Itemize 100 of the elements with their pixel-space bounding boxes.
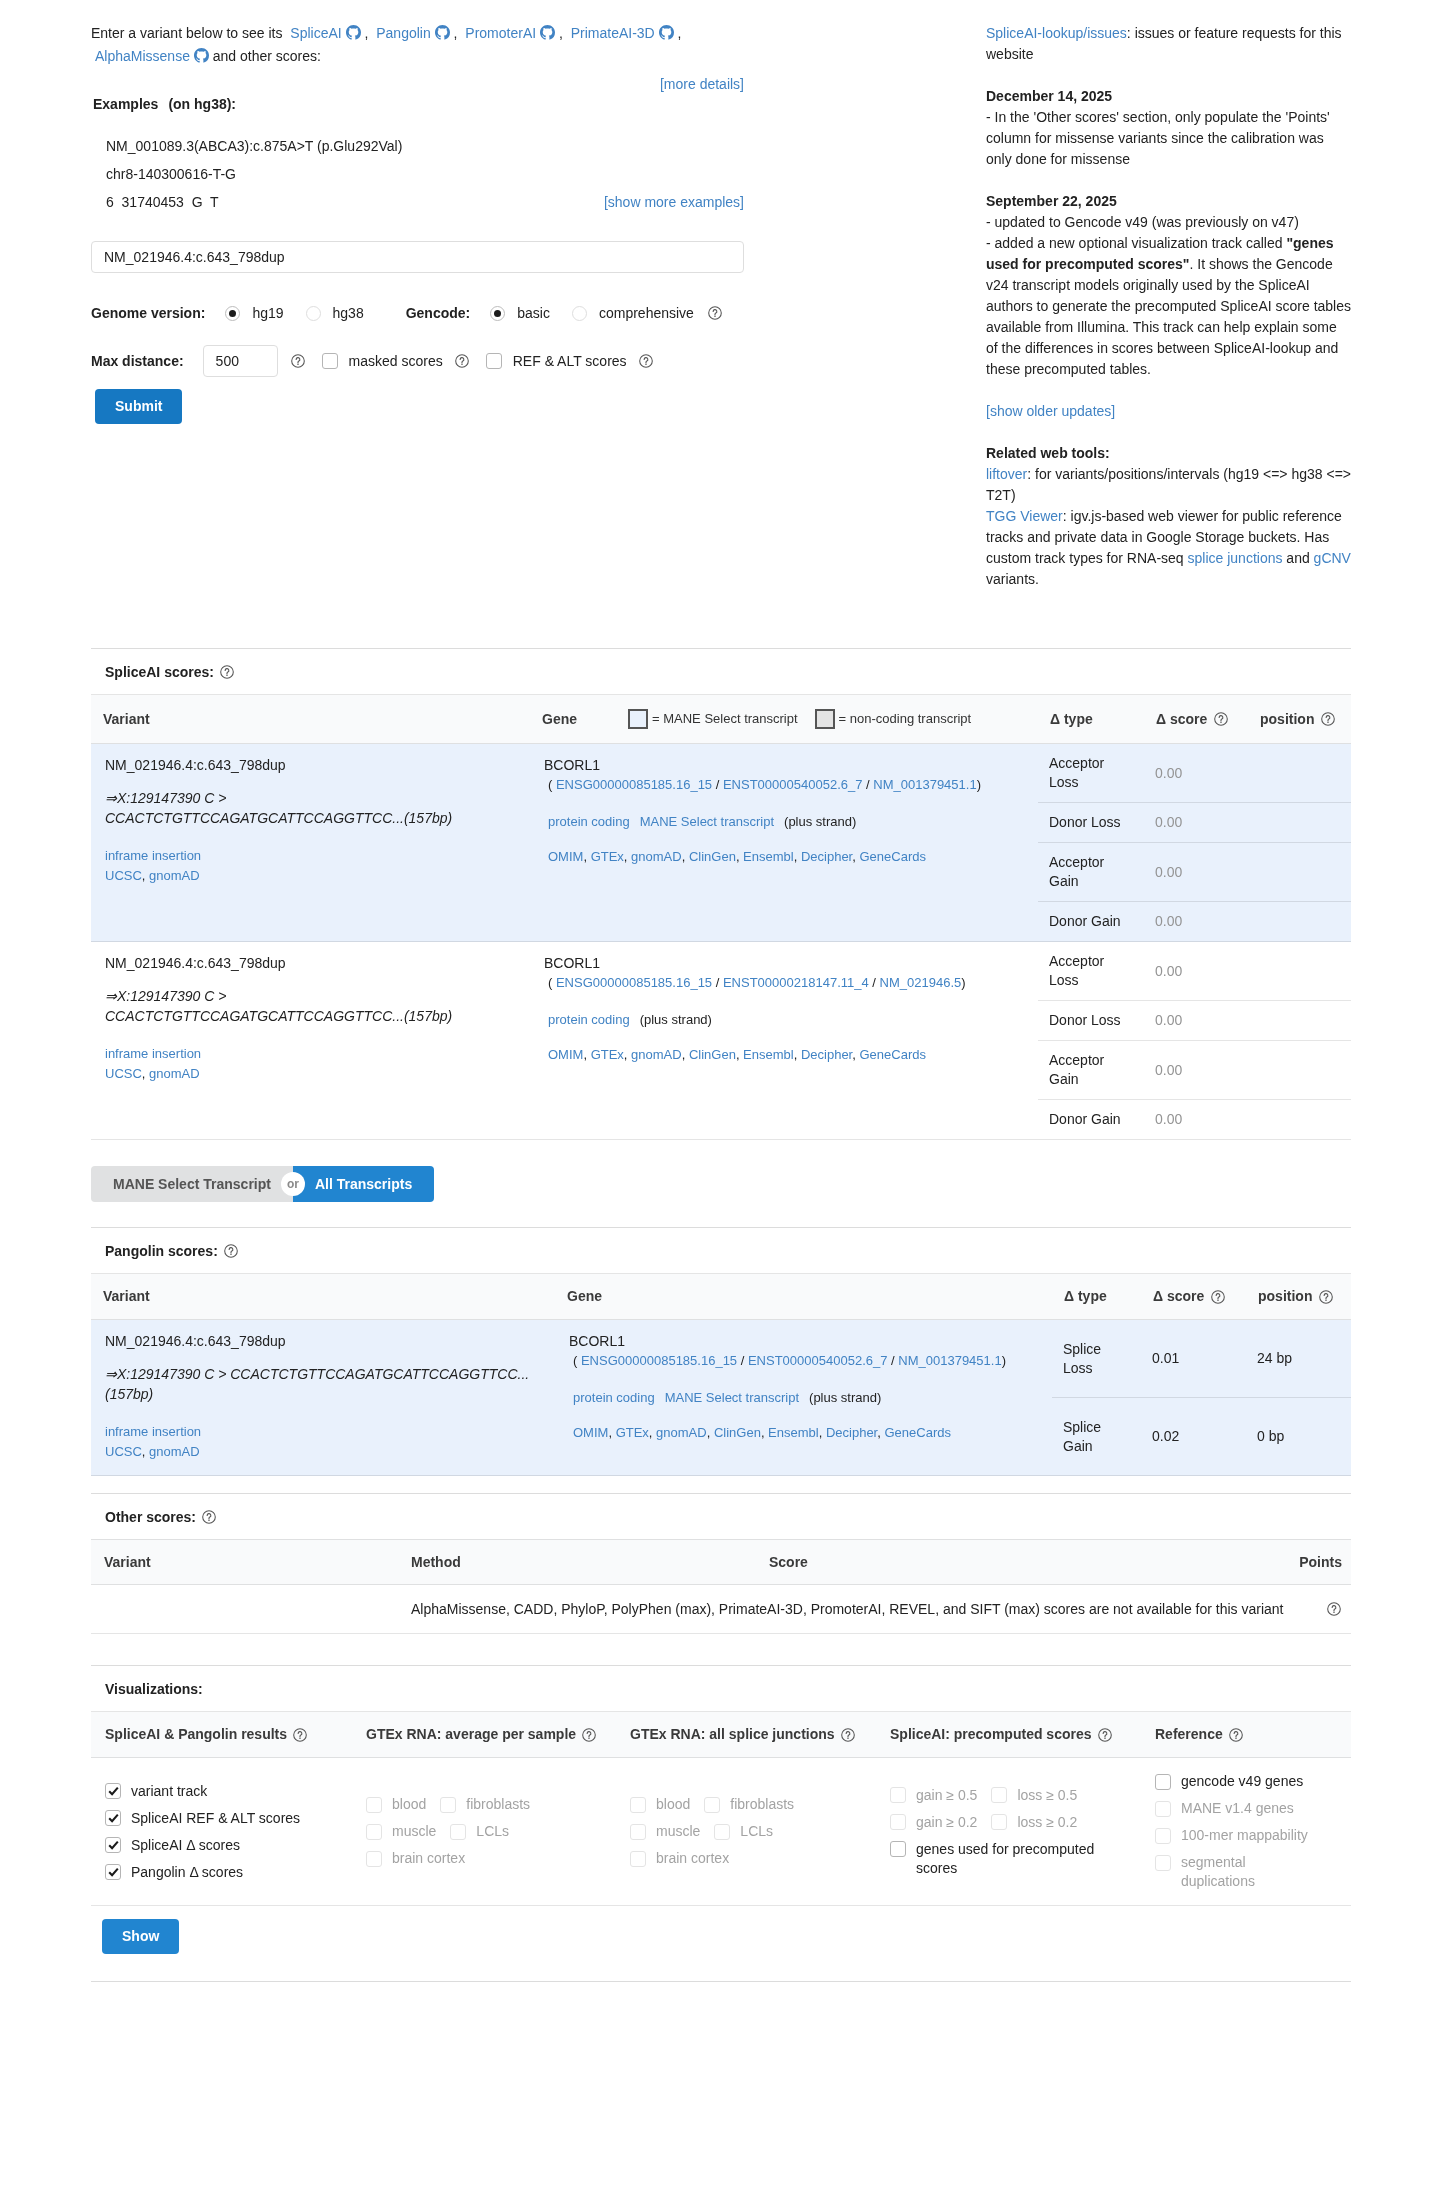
gene-resource-link[interactable]: Ensembl bbox=[768, 1425, 819, 1440]
transcript-tag-link[interactable]: protein coding bbox=[548, 1010, 630, 1029]
checkbox-label[interactable]: SpliceAI REF & ALT scores bbox=[131, 1808, 301, 1828]
help-icon[interactable] bbox=[1319, 1289, 1334, 1304]
gene-resource-link[interactable]: GTEx bbox=[590, 1047, 624, 1062]
help-icon[interactable] bbox=[202, 1510, 217, 1524]
issues-link[interactable]: SpliceAI-lookup/issues bbox=[986, 25, 1127, 41]
tool-link[interactable]: SpliceAI bbox=[290, 25, 361, 41]
help-icon[interactable] bbox=[1228, 1727, 1243, 1742]
radio-button[interactable] bbox=[490, 305, 506, 321]
checkbox[interactable] bbox=[105, 1864, 121, 1880]
checkbox-label[interactable]: Pangolin Δ scores bbox=[131, 1862, 244, 1882]
example-variant[interactable]: chr8-140300616-T-G bbox=[106, 164, 236, 184]
help-icon[interactable] bbox=[223, 1244, 238, 1258]
gene-resource-link[interactable]: GeneCards bbox=[884, 1425, 951, 1440]
tool-link[interactable]: PromoterAI bbox=[465, 25, 555, 41]
gene-resource-link[interactable]: Ensembl bbox=[743, 1047, 794, 1062]
max-distance-input[interactable]: 500 bbox=[202, 345, 278, 377]
transcript-tag-link[interactable]: MANE Select transcript bbox=[639, 812, 775, 831]
help-icon[interactable] bbox=[1214, 712, 1229, 726]
tool-link[interactable]: PrimateAI-3D bbox=[570, 25, 674, 41]
checkbox[interactable] bbox=[105, 1837, 121, 1853]
consequence-link[interactable]: inframe insertion bbox=[105, 1424, 202, 1439]
radio-label[interactable]: basic bbox=[517, 302, 550, 324]
consequence-link[interactable]: inframe insertion bbox=[105, 848, 202, 863]
radio-label[interactable]: hg19 bbox=[252, 302, 284, 324]
radio-label[interactable]: hg38 bbox=[332, 302, 364, 324]
example-variant[interactable]: NM_001089.3(ABCA3):c.875A>T (p.Glu292Val) bbox=[106, 136, 403, 156]
consequence-link[interactable]: inframe insertion bbox=[105, 1046, 202, 1061]
checkbox[interactable] bbox=[890, 1841, 906, 1857]
gene-resource-link[interactable]: Decipher bbox=[800, 1047, 853, 1062]
checkbox-label[interactable]: gencode v49 genes bbox=[1181, 1772, 1304, 1791]
transcript-id-link[interactable]: ENSG00000085185.16_15 bbox=[555, 975, 713, 990]
help-icon[interactable] bbox=[707, 306, 722, 320]
help-icon[interactable] bbox=[638, 354, 653, 368]
gene-resource-link[interactable]: GeneCards bbox=[859, 849, 926, 864]
tool-link[interactable]: TGG Viewer bbox=[986, 508, 1063, 524]
show-older-updates-link[interactable]: [show older updates] bbox=[986, 403, 1116, 419]
checkbox-label[interactable]: REF & ALT scores bbox=[512, 350, 627, 372]
gene-resource-link[interactable]: GTEx bbox=[590, 849, 624, 864]
transcript-id-link[interactable]: NM_021946.5 bbox=[879, 975, 962, 990]
tool-link[interactable]: Pangolin bbox=[376, 25, 450, 41]
checkbox-label[interactable]: variant track bbox=[131, 1781, 208, 1801]
checkbox[interactable] bbox=[321, 353, 338, 369]
more-details-link[interactable]: [more details] bbox=[659, 74, 744, 94]
radio-button[interactable] bbox=[225, 305, 241, 321]
help-icon[interactable] bbox=[1097, 1727, 1112, 1742]
transcript-id-link[interactable]: ENSG00000085185.16_15 bbox=[580, 1353, 738, 1368]
tool-link[interactable]: gCNV bbox=[1313, 550, 1351, 566]
checkbox[interactable] bbox=[485, 353, 502, 369]
checkbox[interactable] bbox=[105, 1783, 121, 1799]
submit-button[interactable]: Submit bbox=[95, 389, 183, 424]
external-link[interactable]: gnomAD bbox=[149, 868, 200, 883]
gene-resource-link[interactable]: GeneCards bbox=[859, 1047, 926, 1062]
gene-resource-link[interactable]: gnomAD bbox=[631, 849, 682, 864]
help-icon[interactable] bbox=[1211, 1289, 1226, 1304]
transcript-id-link[interactable]: ENST00000540052.6_7 bbox=[747, 1353, 888, 1368]
transcript-tag-link[interactable]: protein coding bbox=[573, 1388, 655, 1407]
gene-resource-link[interactable]: ClinGen bbox=[713, 1425, 761, 1440]
help-icon[interactable] bbox=[840, 1727, 855, 1742]
external-link[interactable]: gnomAD bbox=[149, 1066, 200, 1081]
help-icon[interactable] bbox=[219, 665, 234, 679]
radio-button[interactable] bbox=[305, 305, 321, 321]
gene-resource-link[interactable]: Ensembl bbox=[743, 849, 794, 864]
gene-resource-link[interactable]: Decipher bbox=[825, 1425, 878, 1440]
gene-resource-link[interactable]: Decipher bbox=[800, 849, 853, 864]
help-icon[interactable] bbox=[582, 1727, 597, 1742]
help-icon[interactable] bbox=[1321, 712, 1336, 726]
help-icon[interactable] bbox=[454, 354, 469, 368]
tool-link[interactable]: AlphaMissense bbox=[95, 48, 209, 64]
variant-input[interactable]: NM_021946.4:c.643_798dup bbox=[91, 241, 744, 273]
transcript-id-link[interactable]: ENST00000540052.6_7 bbox=[722, 777, 863, 792]
radio-label[interactable]: comprehensive bbox=[598, 302, 694, 324]
gene-resource-link[interactable]: gnomAD bbox=[656, 1425, 707, 1440]
help-icon[interactable] bbox=[290, 354, 305, 368]
transcript-id-link[interactable]: NM_001379451.1 bbox=[873, 777, 977, 792]
transcript-id-link[interactable]: ENST00000218147.11_4 bbox=[722, 975, 869, 990]
checkbox[interactable] bbox=[1155, 1773, 1171, 1790]
checkbox[interactable] bbox=[105, 1810, 121, 1826]
radio-button[interactable] bbox=[571, 305, 587, 321]
checkbox-label[interactable]: genes used for precomputed scores bbox=[916, 1839, 1111, 1878]
transcript-tag-link[interactable]: MANE Select transcript bbox=[664, 1388, 800, 1407]
show-button[interactable]: Show bbox=[102, 1919, 180, 1954]
external-link[interactable]: UCSC bbox=[105, 1066, 142, 1081]
transcript-tag-link[interactable]: protein coding bbox=[548, 812, 630, 831]
gene-resource-link[interactable]: GTEx bbox=[615, 1425, 649, 1440]
external-link[interactable]: UCSC bbox=[105, 1444, 142, 1459]
checkbox-label[interactable]: masked scores bbox=[348, 350, 443, 372]
external-link[interactable]: gnomAD bbox=[149, 1444, 200, 1459]
gene-resource-link[interactable]: ClinGen bbox=[688, 1047, 736, 1062]
gene-resource-link[interactable]: gnomAD bbox=[631, 1047, 682, 1062]
checkbox-label[interactable]: SpliceAI Δ scores bbox=[131, 1835, 240, 1855]
external-link[interactable]: UCSC bbox=[105, 868, 142, 883]
help-icon[interactable] bbox=[1327, 1602, 1341, 1616]
tool-link[interactable]: splice junctions bbox=[1187, 550, 1283, 566]
show-more-examples-link[interactable]: [show more examples] bbox=[603, 192, 744, 212]
help-icon[interactable] bbox=[293, 1727, 308, 1742]
gene-resource-link[interactable]: ClinGen bbox=[688, 849, 736, 864]
transcript-id-link[interactable]: NM_001379451.1 bbox=[898, 1353, 1002, 1368]
example-variant[interactable]: 6 31740453 G T bbox=[106, 192, 219, 212]
